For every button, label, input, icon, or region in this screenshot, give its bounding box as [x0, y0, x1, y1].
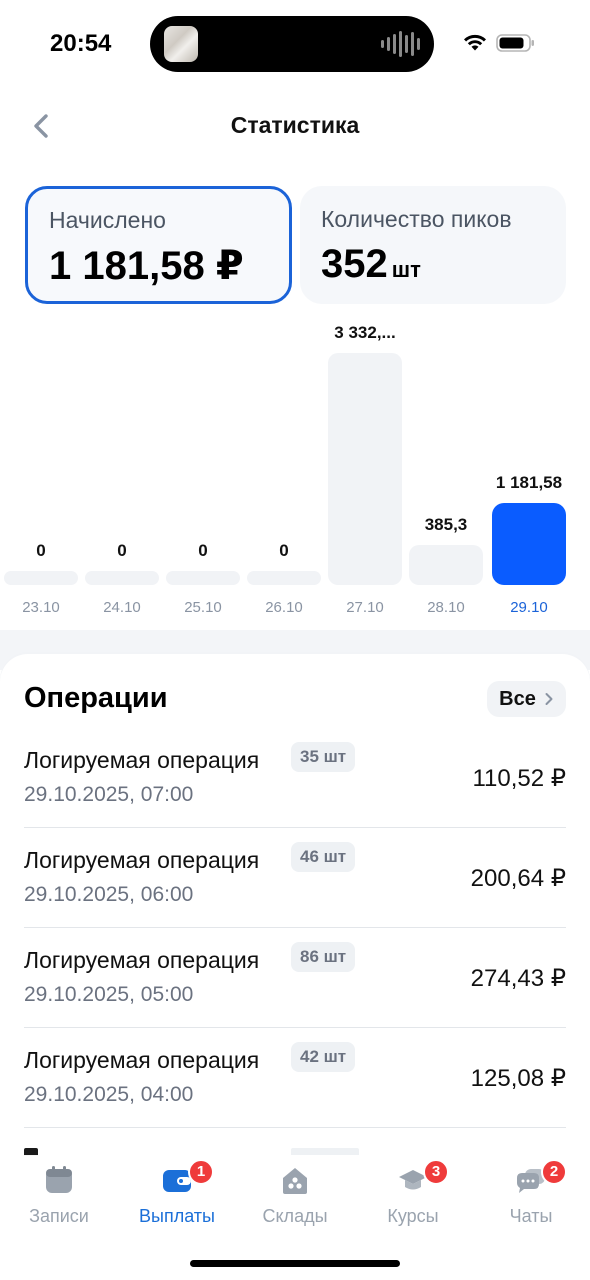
page-title: Статистика [230, 112, 360, 138]
tab-label: Выплаты [139, 1206, 215, 1226]
payouts-badge: 1 [188, 1159, 214, 1185]
tab-chats[interactable]: 2 Чаты [472, 1155, 590, 1245]
operation-amount: 125,08 ₽ [470, 1065, 566, 1092]
battery-icon [496, 34, 534, 52]
accrued-label: Начислено [49, 207, 166, 233]
tab-warehouses[interactable]: Склады [236, 1155, 354, 1245]
picks-value: 352 шт [321, 242, 421, 287]
chart-bar-26.10[interactable] [247, 571, 321, 585]
accrual-bar-chart: 0 23.10 0 24.10 0 25.10 0 26.10 3 332,... 27.10 38… [0, 320, 590, 630]
dynamic-island [150, 16, 434, 72]
operation-row[interactable]: Логируемая операция 35 шт 29.10.2025, 07… [24, 728, 566, 828]
picks-count: 352 [321, 242, 388, 286]
chart-bar-24.10[interactable] [85, 571, 159, 585]
operation-row[interactable]: Логируемая операция 46 шт 29.10.2025, 06… [24, 828, 566, 928]
home-indicator[interactable] [190, 1260, 400, 1267]
operation-name: Логируемая операция [24, 847, 260, 873]
audio-waveform-icon [381, 30, 420, 58]
operation-amount: 110,52 ₽ [472, 765, 566, 792]
chart-bar-25.10[interactable] [166, 571, 240, 585]
chart-bar-27.10[interactable] [328, 353, 402, 585]
operation-name: Логируемая операция [24, 947, 260, 973]
chart-bar-23.10[interactable] [4, 571, 78, 585]
chart-date-label: 23.10 [22, 599, 60, 616]
chart-date-label: 27.10 [346, 599, 384, 616]
tab-payouts[interactable]: 1 Выплаты [118, 1155, 236, 1245]
accrued-value: 1 181,58 ₽ [49, 244, 244, 288]
operation-date: 29.10.2025, 07:00 [24, 783, 194, 806]
picks-label: Количество пиков [321, 206, 512, 232]
operation-qty-badge: 46 шт [291, 842, 356, 872]
operation-qty-badge: 86 шт [291, 942, 356, 972]
operations-title: Операции [24, 682, 168, 714]
picks-card[interactable]: Количество пиков 352 шт [300, 186, 566, 304]
chart-bar-28.10[interactable] [409, 545, 483, 585]
chart-bar-29.10[interactable] [492, 503, 566, 585]
chart-date-label: 29.10 [510, 599, 548, 616]
tab-courses[interactable]: 3 Курсы [354, 1155, 472, 1245]
operation-row[interactable]: Логируемая операция 42 шт 29.10.2025, 04… [24, 1028, 566, 1128]
chart-date-label: 24.10 [103, 599, 141, 616]
courses-badge: 3 [423, 1159, 449, 1185]
operation-date: 29.10.2025, 06:00 [24, 883, 194, 906]
chart-value-label: 0 [36, 541, 46, 560]
chart-value-label: 3 332,... [334, 323, 396, 342]
operation-name: Логируемая операция [24, 747, 260, 773]
now-playing-artwork [164, 26, 198, 62]
picks-unit: шт [391, 257, 421, 282]
chart-value-label: 385,3 [424, 515, 468, 534]
chart-date-label: 26.10 [265, 599, 303, 616]
calendar-icon [46, 1166, 72, 1193]
operation-date: 29.10.2025, 04:00 [24, 1083, 194, 1106]
all-operations-button[interactable]: Все [487, 681, 566, 717]
chart-date-label: 25.10 [184, 599, 222, 616]
operation-name: Логируемая операция [24, 1047, 260, 1073]
operation-amount: 200,64 ₽ [470, 865, 566, 892]
chart-value-label: 1 181,58 [495, 473, 563, 492]
operation-qty-badge: 42 шт [291, 1042, 356, 1072]
tab-label: Курсы [387, 1206, 439, 1226]
chats-badge: 2 [541, 1159, 567, 1185]
wifi-icon [464, 34, 486, 51]
tab-label: Записи [29, 1206, 89, 1226]
operation-row-partial [24, 1142, 566, 1156]
operation-row[interactable]: Логируемая операция 86 шт 29.10.2025, 05… [24, 928, 566, 1028]
status-time: 20:54 [50, 30, 112, 57]
chart-value-label: 0 [198, 541, 208, 560]
tab-label: Чаты [509, 1206, 553, 1226]
chart-date-label: 28.10 [427, 599, 465, 616]
operation-qty-badge: 35 шт [291, 742, 356, 772]
all-operations-label: Все [499, 687, 536, 710]
accrued-card[interactable]: Начислено 1 181,58 ₽ [25, 186, 292, 304]
tab-label: Склады [262, 1206, 328, 1226]
tab-records[interactable]: Записи [0, 1155, 118, 1245]
operation-amount: 274,43 ₽ [470, 965, 566, 992]
chevron-right-icon [545, 693, 553, 705]
chart-value-label: 0 [279, 541, 289, 560]
chart-value-label: 0 [117, 541, 127, 560]
operation-date: 29.10.2025, 05:00 [24, 983, 194, 1006]
warehouse-icon [283, 1168, 307, 1194]
